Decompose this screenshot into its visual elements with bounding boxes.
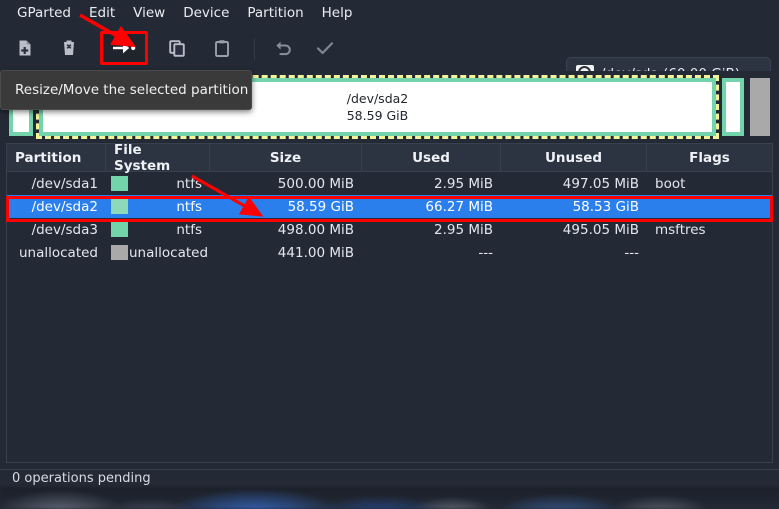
delete-partition-button[interactable] [52,32,86,64]
graphic-partition-sda2-label: /dev/sda2 [346,91,409,106]
menu-device[interactable]: Device [174,2,238,24]
paste-button[interactable] [205,32,239,64]
cell-used: 2.95 MiB [433,175,493,192]
cell-partition: /dev/sda2 [31,198,98,215]
apply-button[interactable] [308,32,342,64]
cell-used: 66.27 MiB [425,198,493,215]
graphic-partition-sda2-size: 58.59 GiB [346,108,409,123]
column-header-size[interactable]: Size [210,144,362,171]
column-header-unused[interactable]: Unused [501,144,647,171]
cell-unused: 497.05 MiB [562,175,639,192]
tooltip-resize-move: Resize/Move the selected partition [0,70,252,110]
table-row[interactable]: /dev/sda3 ntfs 498.00 MiB 2.95 MiB 495.0… [7,218,772,241]
resize-move-button[interactable] [107,32,141,64]
apply-check-icon [316,42,334,55]
cell-flags: boot [655,175,686,192]
table-row[interactable]: unallocated unallocated 441.00 MiB --- -… [7,241,772,264]
cell-used: --- [478,244,493,261]
partition-table: Partition File System Size Used Unused F… [6,143,773,463]
paste-icon [215,40,229,57]
cell-flags: msftres [655,221,706,238]
filesystem-color-swatch [111,176,128,191]
table-header-row: Partition File System Size Used Unused F… [7,144,772,174]
filesystem-color-swatch [111,199,128,214]
cell-partition: /dev/sda3 [31,221,98,238]
column-header-used[interactable]: Used [362,144,501,171]
menu-partition[interactable]: Partition [238,2,312,24]
menu-edit[interactable]: Edit [80,2,124,24]
copy-button[interactable] [160,32,194,64]
tooltip-text: Resize/Move the selected partition [15,82,249,98]
cell-flags [647,195,772,218]
table-body: /dev/sda1 ntfs 500.00 MiB 2.95 MiB 497.0… [7,172,772,264]
undo-button[interactable] [266,32,300,64]
menu-gparted[interactable]: GParted [8,2,80,24]
cell-filesystem: ntfs [176,175,202,192]
cell-size: 441.00 MiB [277,244,354,261]
desktop-wallpaper [0,487,779,509]
column-header-flags[interactable]: Flags [647,144,772,171]
filesystem-color-swatch [111,245,128,260]
toolbar-separator [254,38,255,60]
cell-filesystem: ntfs [176,221,202,238]
cell-size: 58.59 GiB [287,198,354,215]
cell-unused: --- [624,244,639,261]
menu-help[interactable]: Help [313,2,362,24]
status-text: 0 operations pending [12,471,151,486]
table-row[interactable]: /dev/sda2 ntfs 58.59 GiB 66.27 MiB 58.53… [7,195,772,218]
menu-view[interactable]: View [124,2,174,24]
cell-flags [647,241,772,264]
column-header-file-system[interactable]: File System [106,144,210,174]
cell-filesystem: ntfs [176,198,202,215]
cell-partition: unallocated [18,244,98,261]
cell-used: 2.95 MiB [433,221,493,238]
cell-size: 498.00 MiB [277,221,354,238]
cell-unused: 495.05 MiB [562,221,639,238]
new-partition-button[interactable] [8,32,42,64]
graphic-partition-sda3[interactable] [719,75,747,139]
copy-icon [169,40,185,57]
cell-filesystem: unallocated [129,244,209,261]
graphic-partition-unallocated[interactable] [747,75,773,139]
gparted-window: GParted Edit View Device Partition Help [0,0,779,509]
cell-partition: /dev/sda1 [31,175,98,192]
cell-size: 500.00 MiB [277,175,354,192]
delete-icon [64,40,74,55]
cell-unused: 58.53 GiB [572,198,639,215]
status-bar: 0 operations pending [0,469,779,487]
application-window: GParted Edit View Device Partition Help [0,0,779,487]
menu-bar: GParted Edit View Device Partition Help [0,0,779,26]
undo-icon [276,41,291,56]
resize-move-icon [113,42,136,54]
column-header-partition[interactable]: Partition [7,144,106,171]
filesystem-color-swatch [111,222,128,237]
table-row[interactable]: /dev/sda1 ntfs 500.00 MiB 2.95 MiB 497.0… [7,172,772,195]
new-document-icon [19,40,31,56]
